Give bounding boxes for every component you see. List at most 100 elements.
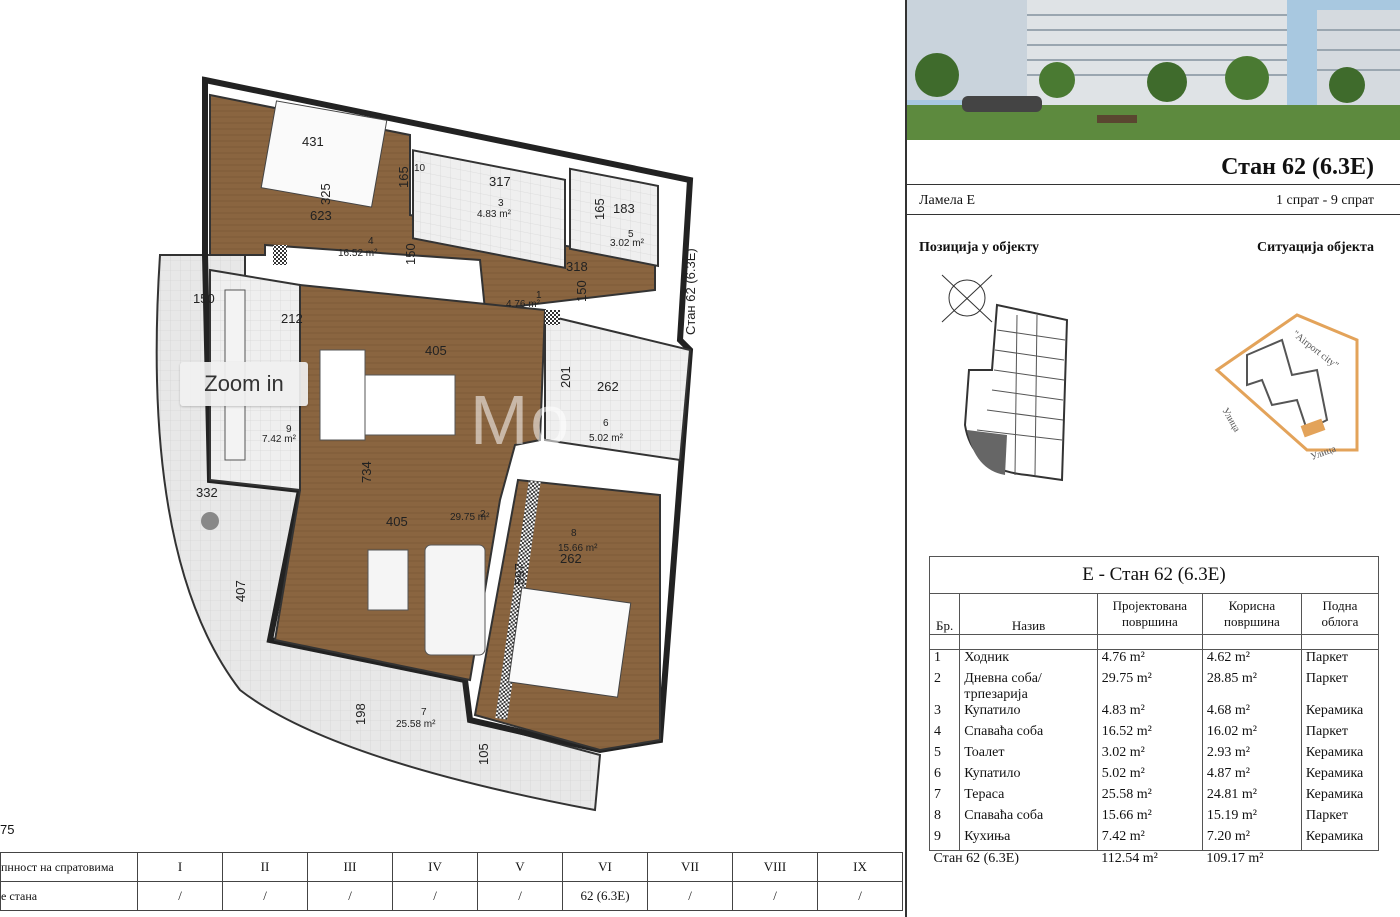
spec-row: 9 Кухиња 7.42 m² 7.20 m² Керамика — [928, 829, 1380, 851]
spec-gap-cell — [1201, 634, 1302, 650]
room-number: 1 — [536, 290, 542, 301]
dim-label: 198 — [353, 703, 368, 725]
floor-value: / — [477, 881, 563, 911]
position-heading: Позиција у објекту — [919, 240, 1040, 255]
situation-diagram: "Аirport city" Улица Улица — [1214, 313, 1359, 463]
dim-label: 150 — [403, 243, 418, 265]
lamela-label: Ламела Е — [919, 193, 976, 208]
row-proj: 4.83 m² — [1096, 703, 1203, 724]
row-use: 2.93 m² — [1201, 745, 1302, 766]
floors-row: е стана / / / / / 62 (6.3Е) / / / — [0, 881, 903, 911]
row-floor: Паркет — [1300, 649, 1380, 671]
row-use: 15.19 m² — [1201, 808, 1302, 829]
spec-row: 4 Спаваћа соба 16.52 m² 16.02 m² Паркет — [928, 724, 1380, 745]
apartment-title: Стан 62 (6.3Е) — [1221, 154, 1374, 180]
apartment-side-label: Стан 62 (6.3Е) — [683, 248, 698, 335]
row-proj: 25.58 m² — [1096, 787, 1203, 808]
row-proj: 15.66 m² — [1096, 808, 1203, 829]
floor-value: / — [817, 881, 903, 911]
floor-value: / — [307, 881, 393, 911]
row-floor: Керамика — [1300, 766, 1380, 787]
spec-gap-cell — [1096, 634, 1203, 650]
dim-label: 10 — [414, 163, 426, 174]
dim-label: 212 — [281, 311, 303, 326]
row-name: Тераса — [959, 787, 1098, 808]
spec-caption-row: Е - Стан 62 (6.3Е) — [929, 556, 1379, 594]
area-label: 16.52 m² — [338, 248, 378, 259]
room-number: 6 — [603, 418, 609, 429]
floor-numeral: IX — [817, 852, 903, 882]
row-floor: Керамика — [1300, 703, 1380, 724]
row-name: Дневна соба/трпезарија — [959, 671, 1098, 703]
floor-value: / — [392, 881, 478, 911]
row-no: 6 — [928, 766, 961, 787]
row-no: 1 — [928, 649, 961, 671]
floor-numeral: II — [222, 852, 308, 882]
room-number: 8 — [571, 528, 577, 539]
hatched-wall — [545, 310, 560, 325]
dim-label: 318 — [566, 259, 588, 274]
row-floor: Керамика — [1300, 745, 1380, 766]
row-use: 7.20 m² — [1201, 829, 1302, 851]
row-use: 4.68 m² — [1201, 703, 1302, 724]
coffee-table — [367, 549, 409, 611]
dim-label: 165 — [396, 166, 411, 188]
area-label: 25.58 m² — [396, 719, 436, 730]
row-use: 28.85 m² — [1201, 671, 1302, 703]
spec-caption: Е - Стан 62 (6.3Е) — [929, 556, 1379, 594]
street-label: Улица — [1219, 406, 1242, 435]
total-use: 109.17 m² — [1206, 851, 1264, 866]
spec-row: 8 Спаваћа соба 15.66 m² 15.19 m² Паркет — [928, 808, 1380, 829]
floors-row: пнност на спратовима I II III IV V VI VI… — [0, 852, 903, 882]
spec-gap-row — [928, 634, 1380, 650]
floor-value: / — [732, 881, 818, 911]
floor-numeral: IV — [392, 852, 478, 882]
col-header: Бр. — [928, 593, 961, 635]
building-photo-drawing — [907, 0, 1400, 140]
zoom-in-button[interactable]: Zoom in — [180, 362, 308, 406]
floor-numeral: VII — [647, 852, 733, 882]
row-proj: 7.42 m² — [1096, 829, 1203, 851]
dim-label: 407 — [233, 580, 248, 602]
floor-numeral: III — [307, 852, 393, 882]
total-label: Стан 62 (6.3Е) — [933, 851, 1020, 866]
row-proj: 3.02 m² — [1096, 745, 1203, 766]
floors-row-label: пнност на спратовима — [0, 852, 138, 882]
row-name: Купатило — [959, 766, 1098, 787]
floor-value: / — [647, 881, 733, 911]
row-no: 8 — [928, 808, 961, 829]
scale-text: 75 — [0, 822, 15, 837]
room-number: 2 — [480, 509, 486, 520]
situation-heading: Ситуација објекта — [1257, 240, 1374, 255]
row-use: 24.81 m² — [1201, 787, 1302, 808]
dim-label: 183 — [613, 201, 635, 216]
row-use: 4.87 m² — [1201, 766, 1302, 787]
room-number: 7 — [421, 707, 427, 718]
hatched-wall — [273, 245, 287, 265]
dim-label: 262 — [560, 551, 582, 566]
dim-label: 405 — [425, 343, 447, 358]
building-photo — [907, 0, 1400, 140]
col-header: Корисна површина — [1201, 593, 1302, 635]
row-name: Спаваћа соба — [959, 724, 1098, 745]
floor-numeral: I — [137, 852, 223, 882]
dim-label: 150 — [574, 280, 589, 302]
dim-label: 405 — [386, 514, 408, 529]
room-number: 4 — [368, 236, 374, 247]
row-floor: Паркет — [1300, 671, 1380, 703]
divider-line — [907, 184, 1400, 185]
col-header: Подна облога — [1300, 593, 1380, 635]
spec-total-row: Стан 62 (6.3Е) 112.54 m² 109.17 m² — [930, 851, 1379, 874]
total-empty — [1301, 851, 1378, 874]
row-no: 5 — [928, 745, 961, 766]
row-floor: Керамика — [1300, 829, 1380, 851]
floor-plan: 431 325 623 317 165 183 10 165 150 318 1… — [0, 0, 905, 917]
room-number: 3 — [498, 198, 504, 209]
floor-value: / — [137, 881, 223, 911]
dim-label: 201 — [558, 366, 573, 388]
dim-label: 317 — [489, 174, 511, 189]
bed — [508, 587, 632, 698]
row-proj: 4.76 m² — [1096, 649, 1203, 671]
dim-label: 262 — [597, 379, 619, 394]
col-header: Пројектована површина — [1096, 593, 1203, 635]
